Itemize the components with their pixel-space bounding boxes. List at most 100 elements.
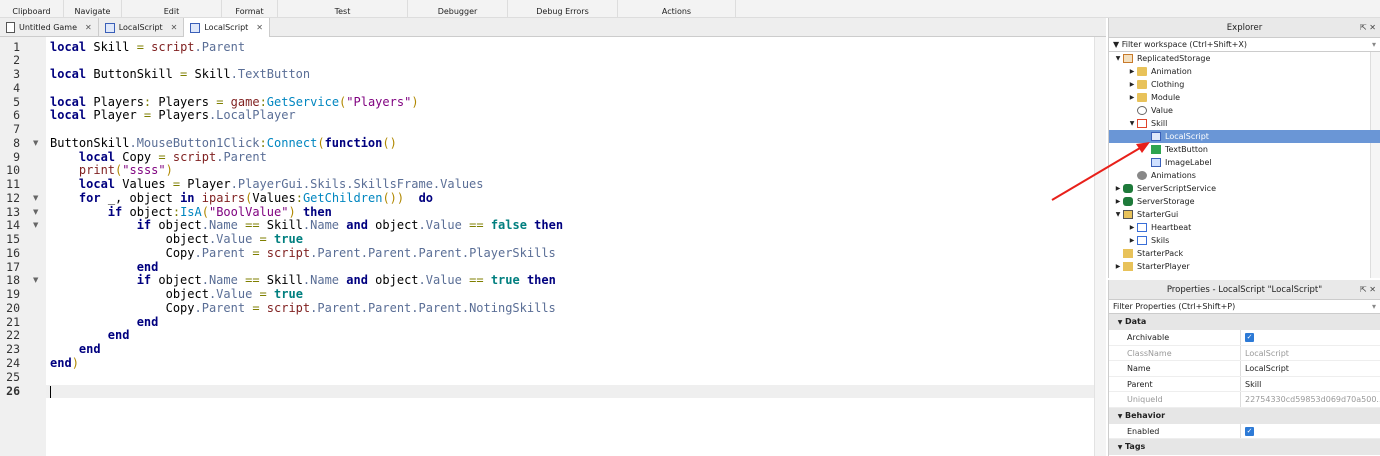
expand-arrow-icon[interactable]: ▶ (1113, 260, 1123, 273)
fold-arrow-icon[interactable]: ▼ (33, 137, 38, 151)
collapse-arrow-icon[interactable]: ▼ (1115, 409, 1125, 425)
category-tags[interactable]: ▼ Tags (1109, 439, 1380, 455)
tree-item-serverstorage[interactable]: ▶ ServerStorage (1109, 195, 1380, 208)
expand-arrow-icon[interactable]: ▶ (1127, 65, 1137, 78)
checkbox-checked[interactable]: ✓ (1245, 333, 1254, 342)
ribbon-group-edit[interactable]: Edit (122, 0, 222, 18)
script-editor[interactable]: 1 2 3 4 5 6 7 8 ▼ 9 10 11 12 ▼ 13 ▼ 14 ▼ 15 16 17 18 ▼ 19 20 21 22… (0, 37, 1106, 456)
expand-arrow-icon[interactable]: ▼ (1113, 52, 1123, 65)
tree-item-heartbeat[interactable]: ▶ Heartbeat (1109, 221, 1380, 234)
code-area[interactable]: local Skill = script.Parent local ButtonS… (46, 37, 1094, 456)
tree-item-starterplayer[interactable]: ▶ StarterPlayer (1109, 260, 1380, 273)
code-token: == (245, 273, 260, 288)
panel-controls[interactable]: ⇱ ✕ (1360, 280, 1376, 300)
code-line: end (50, 329, 130, 343)
properties-filter-input[interactable]: Filter Properties (Ctrl+Shift+P) ▾ (1109, 300, 1380, 314)
ribbon-group-debugger[interactable]: Debugger (408, 0, 508, 18)
line-number: 4 (13, 80, 20, 95)
fold-arrow-icon[interactable]: ▼ (33, 206, 38, 220)
code-token: : (295, 190, 303, 205)
collapse-arrow-icon[interactable]: ▼ (1115, 440, 1125, 456)
tree-item-imagelabel[interactable]: ImageLabel (1109, 156, 1380, 169)
expand-arrow-icon[interactable]: ▼ (1113, 208, 1123, 221)
fold-arrow-icon[interactable]: ▼ (33, 192, 38, 206)
tree-item-skill[interactable]: ▼ Skill (1109, 117, 1380, 130)
tree-item-label: Skils (1151, 236, 1170, 245)
code-token: .PlayerGui.Skils.SkillsFrame.Values (230, 177, 484, 192)
property-value[interactable]: Skill (1241, 377, 1380, 392)
sss-icon (1123, 197, 1133, 206)
code-line: object.Value = true (50, 232, 303, 247)
sss-icon (1123, 184, 1133, 193)
expand-arrow-icon[interactable]: ▶ (1127, 78, 1137, 91)
category-data[interactable]: ▼ Data (1109, 314, 1380, 330)
properties-header: Properties - LocalScript "LocalScript" ⇱ … (1109, 280, 1380, 300)
code-token: function (324, 135, 383, 150)
expand-arrow-icon[interactable]: ▶ (1113, 182, 1123, 195)
ribbon-group-debug-errors[interactable]: Debug Errors (508, 0, 618, 18)
tree-item-module[interactable]: ▶ Module (1109, 91, 1380, 104)
code-token: Skill (259, 218, 303, 233)
code-token: object (367, 273, 419, 288)
property-value[interactable]: ✓ (1241, 424, 1380, 439)
explorer-filter-input[interactable]: ▼ Filter workspace (Ctrl+Shift+X) ▾ (1109, 38, 1380, 52)
tree-item-localscript[interactable]: LocalScript (1109, 130, 1380, 143)
code-line: local Copy = script.Parent (50, 149, 267, 165)
panel-controls[interactable]: ⇱ ✕ (1360, 18, 1376, 38)
tree-item-label: Clothing (1151, 80, 1185, 89)
expand-arrow-icon[interactable]: ▶ (1113, 195, 1123, 208)
tab-untitled-game[interactable]: Untitled Game ✕ (0, 18, 99, 37)
code-token: local (78, 177, 116, 192)
ribbon-group-actions[interactable]: Actions (618, 0, 736, 18)
tree-item-label: ReplicatedStorage (1137, 54, 1211, 63)
fold-arrow-icon[interactable]: ▼ (33, 219, 38, 233)
code-token: Skill (187, 67, 231, 82)
sg-icon (1137, 236, 1147, 245)
ribbon-group-clipboard[interactable]: Clipboard (0, 0, 64, 18)
property-enabled: Enabled ✓ (1109, 423, 1380, 439)
expand-arrow-icon[interactable]: ▼ (1127, 117, 1137, 130)
expand-arrow-icon[interactable]: ▶ (1127, 234, 1137, 247)
checkbox-checked[interactable]: ✓ (1245, 426, 1254, 436)
tree-item-skils[interactable]: ▶ Skils (1109, 234, 1380, 247)
tree-item-animations[interactable]: Animations (1109, 169, 1380, 182)
line-number: 6 (13, 108, 20, 123)
fold-arrow-icon[interactable]: ▼ (33, 274, 38, 288)
expand-arrow-icon[interactable]: ▶ (1127, 91, 1137, 104)
tree-item-animation[interactable]: ▶ Animation (1109, 65, 1380, 78)
category-behavior[interactable]: ▼ Behavior (1109, 407, 1380, 425)
code-token: Player (86, 108, 144, 123)
code-token: Skill (259, 273, 303, 288)
tab-localscript[interactable]: LocalScript ✕ (184, 18, 270, 37)
tree-item-label: ServerScriptService (1137, 184, 1217, 193)
code-token: and (346, 273, 368, 288)
expand-arrow-icon[interactable]: ▶ (1127, 221, 1137, 234)
tree-item-textbutton[interactable]: TextButton (1109, 143, 1380, 156)
code-token: = (158, 149, 166, 164)
tree-item-clothing[interactable]: ▶ Clothing (1109, 78, 1380, 91)
editor-scrollbar[interactable] (1094, 37, 1106, 456)
property-value[interactable]: LocalScript (1241, 361, 1380, 376)
tree-item-value[interactable]: Value (1109, 104, 1380, 117)
collapse-arrow-icon[interactable]: ▼ (1115, 315, 1125, 331)
tab-localscript[interactable]: LocalScript ✕ (99, 18, 185, 37)
tree-item-serverscriptservice[interactable]: ▶ ServerScriptService (1109, 182, 1380, 195)
ribbon-group-format[interactable]: Format (222, 0, 278, 18)
close-icon[interactable]: ✕ (256, 23, 263, 32)
close-icon[interactable]: ✕ (171, 23, 178, 32)
ribbon-group-test[interactable]: Test (278, 0, 408, 18)
tree-item-replicatedstorage[interactable]: ▼ ReplicatedStorage (1109, 52, 1380, 65)
tree-item-starterpack[interactable]: StarterPack (1109, 247, 1380, 260)
ribbon-group-navigate[interactable]: Navigate (64, 0, 122, 18)
close-icon[interactable]: ✕ (85, 23, 92, 32)
val-icon (1137, 106, 1147, 115)
folder-icon (1137, 80, 1147, 89)
property-value[interactable]: ✓ (1241, 330, 1380, 345)
code-token: .Parent.Parent.Parent.PlayerSkills (310, 245, 556, 260)
code-line: end (50, 315, 159, 330)
tree-item-startergui[interactable]: ▼ StarterGui (1109, 208, 1380, 221)
code-token: .Parent (194, 245, 246, 260)
